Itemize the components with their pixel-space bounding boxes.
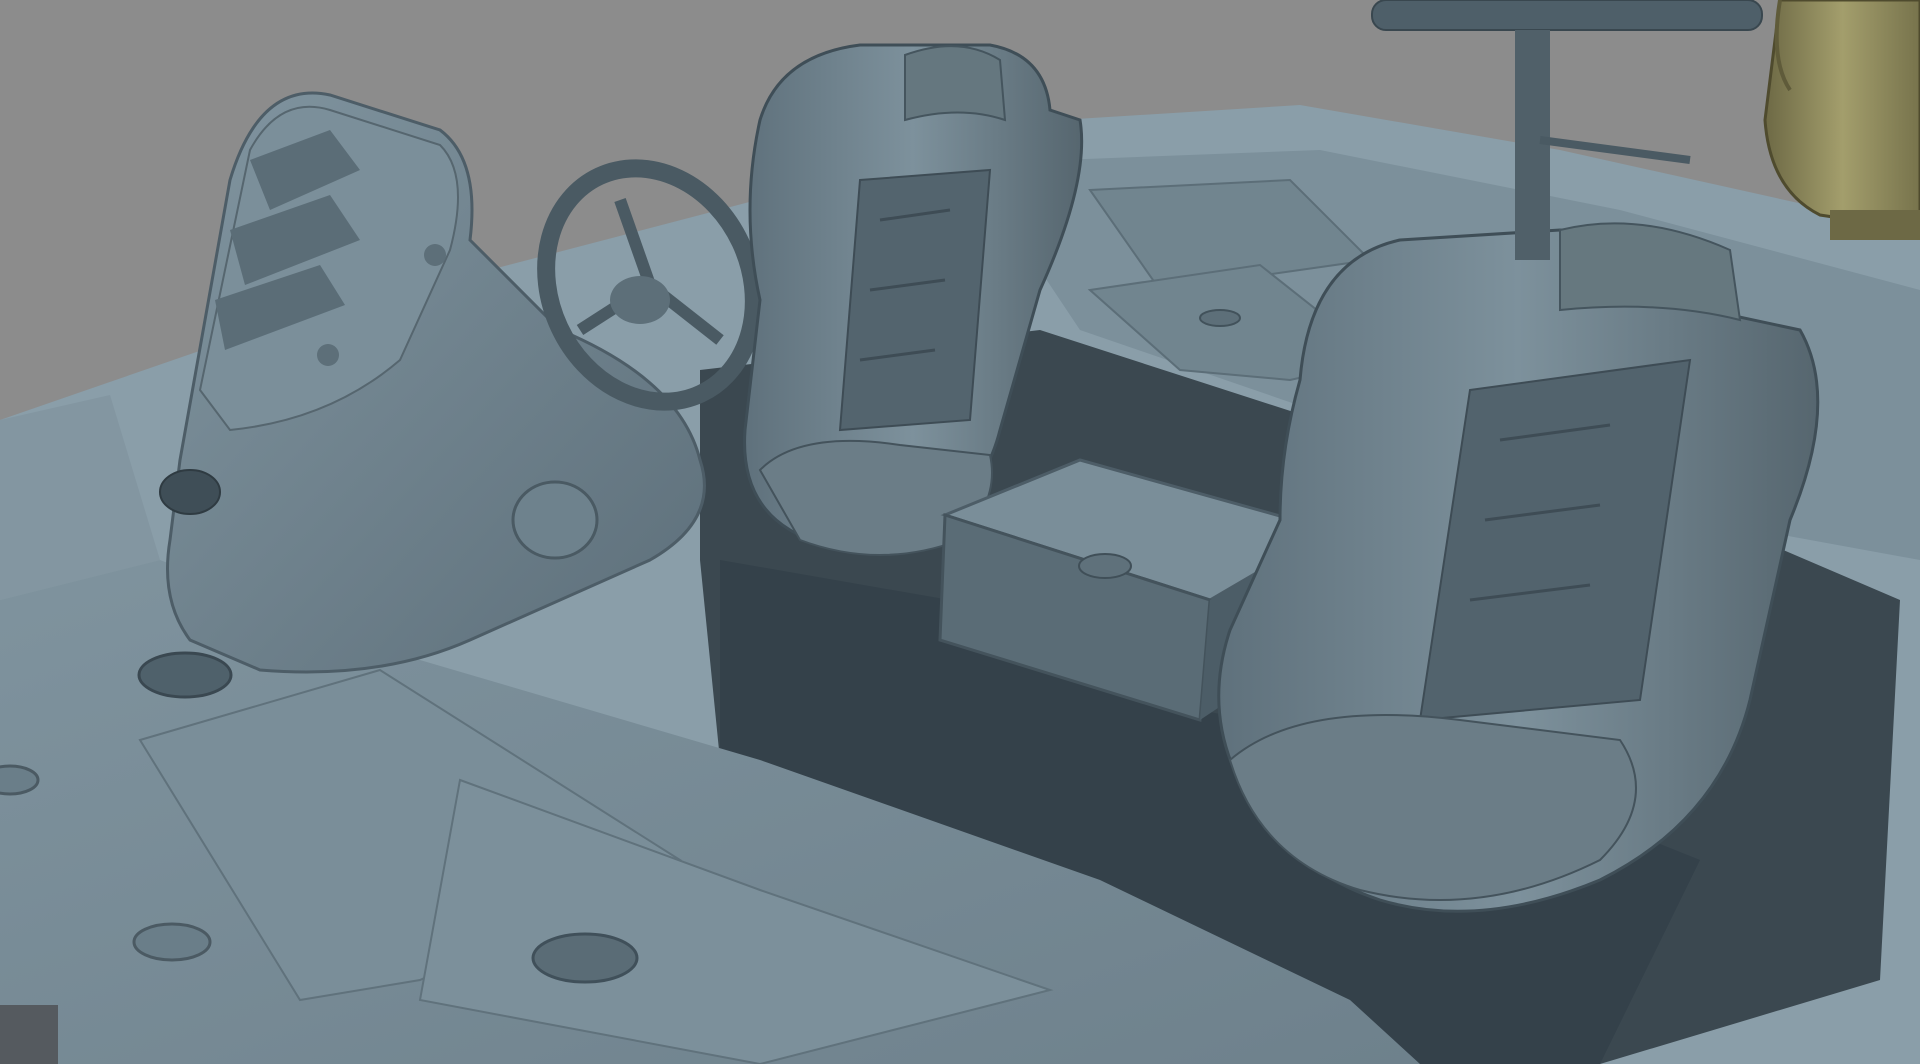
console-knob — [317, 344, 339, 366]
hatch-handle-icon — [132, 922, 212, 962]
cup-holder-icon — [531, 932, 639, 984]
boat-render-canvas — [0, 0, 1920, 1064]
corner-patch — [0, 1005, 58, 1064]
hatch-handle-icon — [1199, 309, 1241, 327]
console-knob — [424, 244, 446, 266]
cup-holder-icon — [137, 651, 233, 699]
boat-render-viewport — [0, 0, 1920, 1064]
console-speaker — [159, 469, 221, 515]
console-gauge — [511, 480, 599, 560]
hatch-handle-icon — [0, 764, 40, 796]
